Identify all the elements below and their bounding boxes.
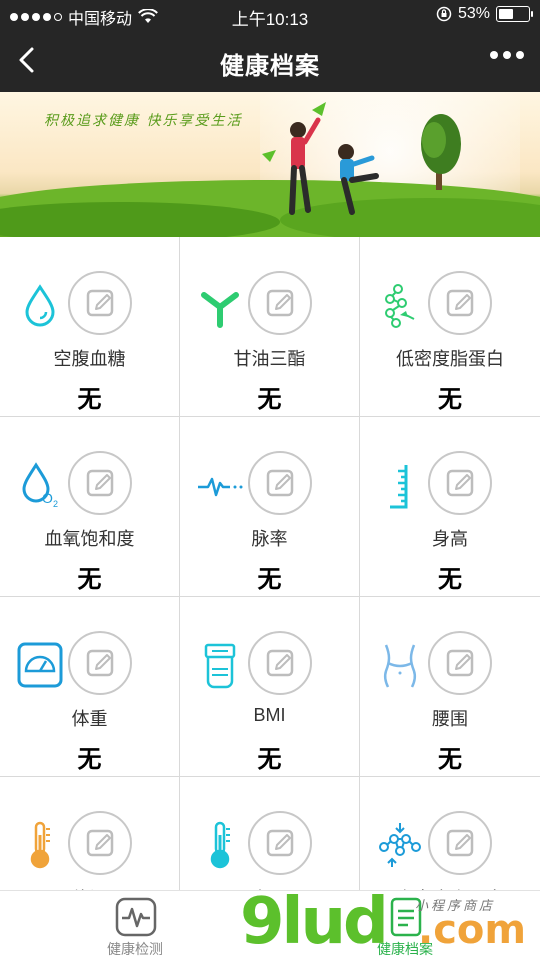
metric-card[interactable]: 空腹血糖无 <box>0 237 179 416</box>
thermometer-icon <box>210 821 230 869</box>
edit-button[interactable] <box>248 631 312 695</box>
edit-button[interactable] <box>248 811 312 875</box>
metric-card[interactable]: 血压 <box>180 777 359 890</box>
more-dots-icon[interactable] <box>490 51 524 59</box>
watermark-logo: 9lud 小程序商店 .com <box>240 885 540 960</box>
metric-card[interactable]: BMI 无 <box>180 597 359 776</box>
metric-label: 血氧饱和度 <box>44 529 135 549</box>
oxygen-drop-icon: O2 <box>22 462 58 509</box>
molecule-chain-icon <box>385 284 415 328</box>
metric-card[interactable]: 腰围无 <box>360 597 540 776</box>
edit-icon <box>446 829 474 857</box>
edit-button[interactable] <box>248 271 312 335</box>
metric-label: 甘油三酯 <box>233 349 306 369</box>
edit-button[interactable] <box>68 631 132 695</box>
status-bar: 中国移动 上午10:13 53% <box>0 0 540 30</box>
metric-value: 无 <box>257 746 282 773</box>
edit-icon <box>86 829 114 857</box>
metric-card[interactable]: 身高无 <box>360 417 540 596</box>
metric-value: 无 <box>257 566 282 593</box>
edit-button[interactable] <box>428 451 492 515</box>
battery-percent: 53% <box>457 5 490 22</box>
metric-value: 无 <box>438 746 462 773</box>
metric-value: 无 <box>438 386 462 413</box>
pulse-icon <box>198 477 243 497</box>
metric-value: 无 <box>77 566 102 593</box>
nav-bar: 健康档案 <box>0 30 540 92</box>
molecule-network-icon <box>379 823 421 867</box>
edit-icon <box>446 649 474 677</box>
status-right: 53% <box>436 5 533 23</box>
edit-button[interactable] <box>68 451 132 515</box>
tab-health-check-label: 健康检测 <box>107 941 163 957</box>
edit-icon <box>266 649 294 677</box>
metric-card[interactable]: 低密度脂蛋白无 <box>360 237 540 416</box>
molecule-y-icon <box>201 292 239 328</box>
edit-icon <box>266 469 294 497</box>
edit-icon <box>266 829 294 857</box>
metric-value: 无 <box>438 566 462 593</box>
edit-button[interactable] <box>248 451 312 515</box>
edit-icon <box>86 469 114 497</box>
scale-icon <box>17 642 63 688</box>
watermark-domain: .com <box>418 907 527 953</box>
metric-label: 体重 <box>71 709 108 729</box>
edit-button[interactable] <box>428 811 492 875</box>
page-title: 健康档案 <box>220 53 320 80</box>
thermometer-icon <box>30 821 50 869</box>
metric-label: BMI <box>253 705 286 725</box>
metric-card[interactable]: O2 血氧饱和度无 <box>0 417 179 596</box>
svg-text:2: 2 <box>53 499 58 509</box>
banner-illustration <box>0 102 540 237</box>
metric-card[interactable]: 脉率无 <box>180 417 359 596</box>
ruler-icon <box>390 465 408 509</box>
health-metrics-grid: 空腹血糖无 甘油三酯无 低密度脂蛋白无 O 2 血氧饱和度无 脉率无 身高无 体重无… <box>0 237 540 890</box>
edit-icon <box>266 289 294 317</box>
metric-label: 低密度脂蛋白 <box>396 349 504 369</box>
metric-card[interactable]: 体重无 <box>0 597 179 776</box>
tab-health-check[interactable]: 健康检测 <box>50 891 220 960</box>
edit-button[interactable] <box>68 811 132 875</box>
metric-value: 无 <box>257 386 282 413</box>
svg-text:O: O <box>42 490 53 506</box>
metric-label: 身高 <box>432 529 468 549</box>
edit-button[interactable] <box>428 631 492 695</box>
metric-card[interactable]: 体温 <box>0 777 179 890</box>
battery-icon <box>496 6 533 22</box>
metric-label: 空腹血糖 <box>53 349 126 369</box>
metric-value: 无 <box>77 386 102 413</box>
edit-icon <box>446 289 474 317</box>
waist-icon <box>383 644 417 688</box>
metric-label: 脉率 <box>251 529 288 549</box>
metric-value: 无 <box>77 746 102 773</box>
rotation-lock-icon <box>436 6 452 22</box>
edit-icon <box>86 649 114 677</box>
edit-icon <box>446 469 474 497</box>
water-drop-icon <box>25 284 55 327</box>
banner-image: 积极追求健康 快乐享受生活 <box>0 92 540 237</box>
metric-card[interactable]: 甘油三酯无 <box>180 237 359 416</box>
metric-card[interactable]: 高密度脂蛋白 <box>360 777 540 890</box>
watermark-brand: 9lud <box>240 885 389 959</box>
pulse-chart-icon <box>115 897 157 937</box>
edit-button[interactable] <box>68 271 132 335</box>
edit-icon <box>86 289 114 317</box>
body-scale-icon <box>204 643 236 689</box>
edit-button[interactable] <box>428 271 492 335</box>
metric-label: 腰围 <box>432 709 468 729</box>
